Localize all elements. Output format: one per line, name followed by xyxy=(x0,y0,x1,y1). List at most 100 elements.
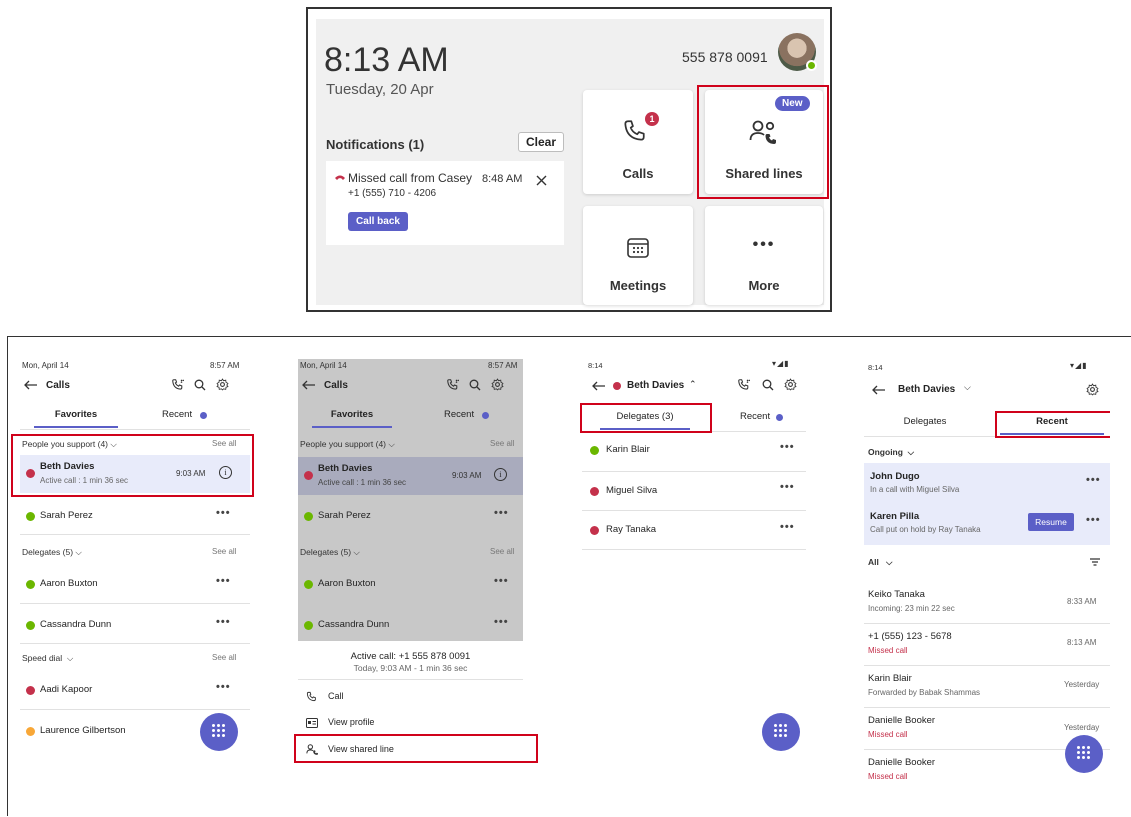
section-speed-dial[interactable]: Speed dial ⌵ xyxy=(22,653,73,664)
filter-icon[interactable] xyxy=(1090,558,1100,566)
list-item-karen-pilla[interactable]: Karen Pilla Call put on hold by Ray Tana… xyxy=(864,505,1110,541)
more-options-icon[interactable]: ••• xyxy=(1086,474,1101,486)
dialpad-call-icon[interactable] xyxy=(737,378,751,392)
contact-status: Active call : 1 min 36 sec xyxy=(318,478,407,487)
section-delegates[interactable]: Delegates (5) ⌵ xyxy=(22,547,82,558)
search-icon[interactable] xyxy=(469,379,481,391)
tab-recent[interactable]: Recent xyxy=(162,409,192,420)
recent-unread-dot xyxy=(482,412,489,419)
clear-notifications-button[interactable]: Clear xyxy=(518,132,564,152)
section-ongoing-label: Ongoing xyxy=(868,447,903,457)
list-item-beth-davies[interactable]: Beth Davies Active call : 1 min 36 sec 9… xyxy=(298,457,523,495)
presence-busy-icon xyxy=(26,686,35,695)
presence-available-icon xyxy=(304,512,313,521)
more-options-icon[interactable]: ••• xyxy=(780,481,795,493)
section-ongoing[interactable]: Ongoing ⌵ xyxy=(868,447,914,458)
call-detail: Forwarded by Babak Shammas xyxy=(868,688,981,697)
more-options-icon[interactable]: ••• xyxy=(216,681,231,693)
dialpad-call-icon[interactable] xyxy=(171,378,185,392)
tab-recent[interactable]: Recent xyxy=(444,409,474,420)
settings-icon[interactable] xyxy=(216,378,229,391)
calendar-icon xyxy=(627,238,649,258)
tabs-divider xyxy=(20,429,250,430)
list-item-karin-blair[interactable]: Karin Blair ••• xyxy=(582,437,806,465)
see-all-link[interactable]: See all xyxy=(212,547,236,556)
meetings-tile-label: Meetings xyxy=(609,278,667,293)
section-delegates[interactable]: Delegates (5) ⌵ xyxy=(300,547,360,558)
list-item-aadi-kapoor[interactable]: Aadi Kapoor ••• xyxy=(20,677,250,705)
info-icon[interactable]: i xyxy=(494,468,507,481)
close-icon[interactable] xyxy=(536,175,547,186)
divider xyxy=(864,623,1110,624)
list-item-cassandra-dunn[interactable]: Cassandra Dunn ••• xyxy=(20,612,250,640)
status-time: 8:57 AM xyxy=(210,361,240,370)
see-all-link[interactable]: See all xyxy=(490,547,514,556)
contact-name: Aaron Buxton xyxy=(318,578,376,589)
section-delegates-label: Delegates (5) xyxy=(300,547,352,557)
action-view-profile[interactable]: View profile xyxy=(298,713,523,735)
list-item-aaron-buxton[interactable]: Aaron Buxton ••• xyxy=(20,571,250,599)
back-arrow-icon[interactable] xyxy=(872,385,886,395)
search-icon[interactable] xyxy=(762,379,774,391)
presence-available-icon xyxy=(26,580,35,589)
more-options-icon[interactable]: ••• xyxy=(494,616,509,628)
dialpad-button[interactable] xyxy=(1065,735,1103,773)
recent-item[interactable]: Keiko Tanaka Incoming: 23 min 22 sec 8:3… xyxy=(864,583,1110,623)
more-options-icon[interactable]: ••• xyxy=(494,507,509,519)
more-options-icon[interactable]: ••• xyxy=(780,441,795,453)
more-options-icon[interactable]: ••• xyxy=(1086,514,1101,526)
action-sheet-title: Active call: +1 555 878 0091 xyxy=(350,651,471,662)
list-item-aaron-buxton[interactable]: Aaron Buxton ••• xyxy=(298,571,523,599)
presence-busy-icon xyxy=(590,487,599,496)
list-item-sarah-perez[interactable]: Sarah Perez ••• xyxy=(298,503,523,531)
more-tile[interactable]: ••• More xyxy=(705,206,823,305)
call-time: Yesterday xyxy=(1064,680,1100,689)
more-options-icon[interactable]: ••• xyxy=(216,575,231,587)
user-avatar[interactable] xyxy=(778,33,817,71)
recent-item[interactable]: Karin Blair Forwarded by Babak Shammas Y… xyxy=(864,667,1110,707)
list-item-john-dugo[interactable]: John Dugo In a call with Miguel Silva ••… xyxy=(864,465,1110,501)
back-arrow-icon[interactable] xyxy=(24,380,38,390)
list-item-cassandra-dunn[interactable]: Cassandra Dunn ••• xyxy=(298,612,523,640)
status-date: Mon, April 14 xyxy=(300,361,347,370)
settings-icon[interactable] xyxy=(1086,383,1099,396)
phone-icon xyxy=(624,120,645,141)
list-item-ray-tanaka[interactable]: Ray Tanaka ••• xyxy=(582,517,806,545)
phone-icon xyxy=(306,691,316,702)
resume-button[interactable]: Resume xyxy=(1028,513,1074,531)
back-arrow-icon[interactable] xyxy=(302,380,316,390)
list-item-sarah-perez[interactable]: Sarah Perez ••• xyxy=(20,503,250,531)
tab-recent[interactable]: Recent xyxy=(740,411,770,422)
back-arrow-icon[interactable] xyxy=(592,381,606,391)
divider xyxy=(864,665,1110,666)
tab-delegates[interactable]: Delegates xyxy=(880,416,970,427)
section-people-you-support[interactable]: People you support (4) ⌵ xyxy=(300,439,395,450)
more-options-icon[interactable]: ••• xyxy=(780,521,795,533)
dialpad-button[interactable] xyxy=(200,713,238,751)
chevron-down-icon[interactable]: ⌵ xyxy=(964,382,971,393)
chevron-up-icon[interactable]: ⌃ xyxy=(689,379,697,390)
action-call[interactable]: Call xyxy=(298,687,523,709)
more-options-icon[interactable]: ••• xyxy=(494,575,509,587)
tab-favorites[interactable]: Favorites xyxy=(298,409,406,420)
dialpad-call-icon[interactable] xyxy=(446,378,460,392)
settings-icon[interactable] xyxy=(784,378,797,391)
list-item-miguel-silva[interactable]: Miguel Silva ••• xyxy=(582,477,806,505)
recent-item[interactable]: +1 (555) 123 - 5678 Missed call 8:13 AM xyxy=(864,625,1110,665)
more-options-icon[interactable]: ••• xyxy=(216,616,231,628)
tab-favorites[interactable]: Favorites xyxy=(20,409,132,420)
dialpad-icon xyxy=(212,724,225,737)
calls-tile[interactable]: 1 Calls xyxy=(583,90,693,194)
settings-icon[interactable] xyxy=(491,378,504,391)
missed-call-notification[interactable]: Missed call from Casey +1 (555) 710 - 42… xyxy=(326,161,564,245)
see-all-link[interactable]: See all xyxy=(490,439,514,448)
dialpad-icon xyxy=(774,724,787,737)
more-options-icon[interactable]: ••• xyxy=(216,507,231,519)
see-all-link[interactable]: See all xyxy=(212,653,236,662)
filter-all[interactable]: All ⌵ xyxy=(868,557,892,568)
call-back-button[interactable]: Call back xyxy=(348,212,408,231)
meetings-tile[interactable]: Meetings xyxy=(583,206,693,305)
presence-available-icon xyxy=(806,60,817,71)
search-icon[interactable] xyxy=(194,379,206,391)
dialpad-button[interactable] xyxy=(762,713,800,751)
